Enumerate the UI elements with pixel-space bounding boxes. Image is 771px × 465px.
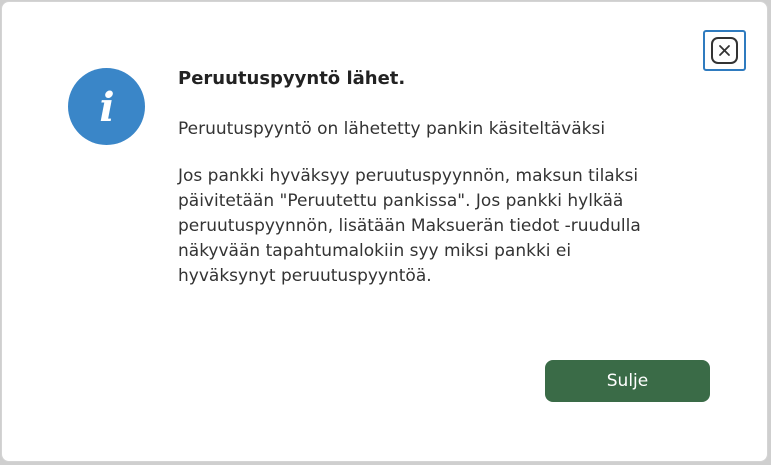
dialog-title: Peruutuspyyntö lähet. [178,68,406,89]
dialog-body-text: Jos pankki hyväksyy peruutuspyynnön, mak… [178,166,641,286]
svg-text:i: i [99,85,114,129]
dialog-subtitle: Peruutuspyyntö on lähetetty pankin käsit… [178,119,606,139]
info-icon: i [68,68,145,145]
close-icon [711,37,738,64]
info-dialog: i Peruutuspyyntö lähet. Peruutuspyyntö o… [1,1,768,462]
close-button[interactable]: Sulje [545,360,710,402]
close-dialog-button[interactable] [703,30,746,71]
